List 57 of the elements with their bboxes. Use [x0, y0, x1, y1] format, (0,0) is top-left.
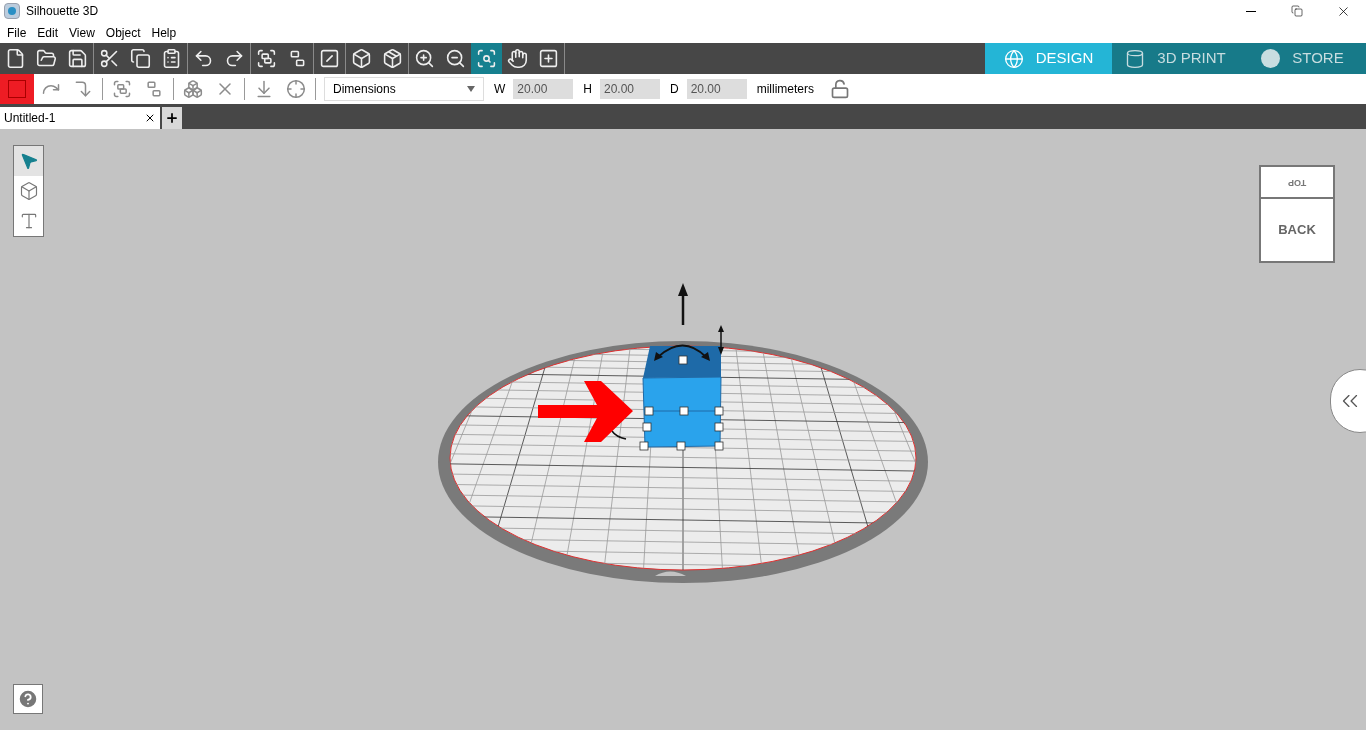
mode-tab[interactable]: 3D PRINT: [1112, 43, 1239, 74]
save-icon: [67, 48, 88, 69]
cube-icon: [351, 48, 372, 69]
group-icon: [112, 79, 132, 99]
scissors-icon: [99, 48, 120, 69]
cube-face-label: TOP: [1287, 176, 1307, 189]
menu-item[interactable]: Edit: [37, 23, 59, 42]
help-icon: [17, 688, 39, 710]
zoom-in-icon: [414, 48, 435, 69]
undo-icon: [193, 48, 214, 69]
ungroup-icon: [144, 79, 164, 99]
clipboard-icon: [161, 48, 182, 69]
cylinder-icon: [1125, 48, 1146, 69]
cube-icon: [18, 181, 39, 201]
hand-icon: [507, 48, 528, 69]
dimension-label: H: [583, 81, 592, 98]
group-icon: [256, 48, 277, 69]
folder-icon: [36, 48, 57, 69]
redo-icon: [224, 48, 245, 69]
cubes-icon: [183, 79, 203, 99]
menu-item[interactable]: File: [7, 23, 27, 42]
copy-icon: [130, 48, 151, 69]
dimension-label: D: [670, 81, 679, 98]
frame-icon: [538, 48, 559, 69]
window-title: Silhouette 3D: [26, 3, 99, 20]
dimensions-dropdown[interactable]: Dimensions: [324, 77, 484, 101]
view-cube[interactable]: TOP BACK: [1259, 165, 1335, 263]
menu-item[interactable]: View: [69, 23, 95, 42]
drop-to-floor-icon: [254, 79, 274, 99]
dimension-field[interactable]: 20.00: [600, 79, 660, 99]
app-logo-icon: [4, 3, 20, 19]
new-tab-button[interactable]: [162, 106, 182, 129]
crosshair-icon: [286, 79, 306, 99]
toolbar-button[interactable]: [471, 43, 502, 74]
dimension-field[interactable]: 20.00: [686, 79, 747, 99]
zoom-fit-icon: [476, 48, 497, 69]
tool-button[interactable]: [14, 146, 43, 176]
new-file-icon: [5, 48, 26, 69]
cube-face-label: BACK: [1278, 221, 1316, 240]
selected-cube-drawing[interactable]: [611, 283, 724, 451]
zoom-out-icon: [445, 48, 466, 69]
plus-icon: [165, 110, 179, 125]
globe-icon: [1003, 48, 1024, 69]
dimension-label: W: [494, 81, 506, 98]
mode-tab[interactable]: STORE: [1239, 43, 1366, 74]
cube-icon: [382, 48, 403, 69]
rotate-icon: [73, 79, 93, 99]
document-tab[interactable]: Untitled-1: [0, 106, 160, 129]
unit-label: millimeters: [756, 81, 814, 98]
color-swatch[interactable]: [0, 74, 34, 104]
menu-item[interactable]: Help: [151, 23, 177, 42]
restore-icon: [1291, 5, 1303, 17]
help-button[interactable]: [13, 684, 43, 714]
dropdown-caret-icon: [467, 86, 475, 92]
dimension-field[interactable]: 20.00: [513, 79, 574, 99]
menu-item[interactable]: Object: [105, 23, 141, 42]
minimize-icon: [1246, 10, 1256, 12]
